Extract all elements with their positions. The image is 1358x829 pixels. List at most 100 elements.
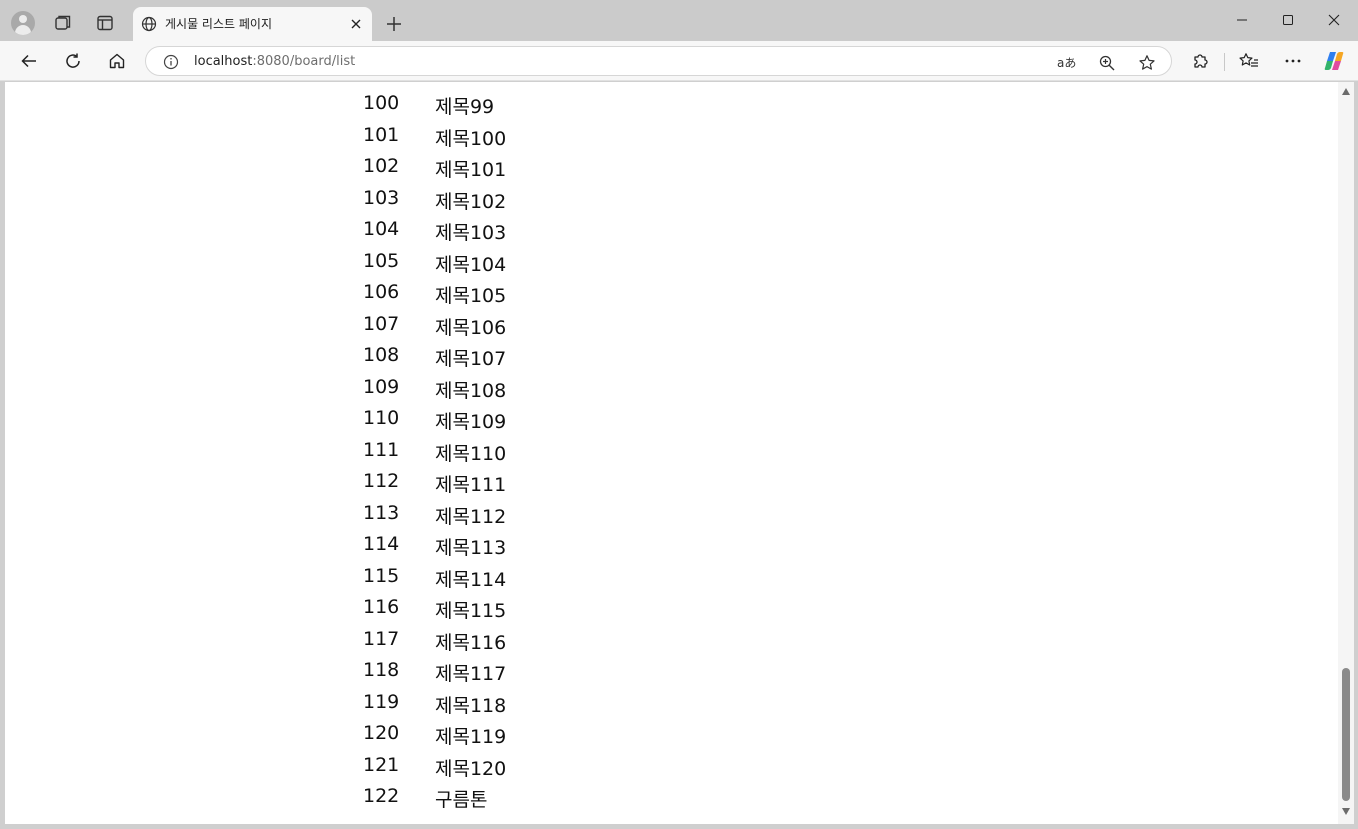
workspaces-button[interactable] — [49, 9, 77, 37]
scrollbar-thumb[interactable] — [1342, 668, 1350, 801]
browser-toolbar: localhost:8080/board/list aあ — [0, 41, 1358, 81]
post-title: 제목105 — [435, 285, 507, 307]
scroll-up-arrow-icon[interactable] — [1342, 88, 1350, 95]
post-title: 제목109 — [435, 411, 507, 433]
post-number: 111 — [363, 438, 400, 461]
post-title: 제목101 — [435, 159, 507, 181]
post-number: 113 — [363, 501, 400, 524]
post-number: 114 — [363, 533, 400, 555]
post-number: 115 — [363, 564, 400, 587]
read-aloud-button[interactable]: aあ — [1056, 52, 1078, 74]
board-row: 100 제목99 — [5, 92, 605, 122]
post-title: 제목99 — [435, 96, 495, 118]
url-text: localhost:8080/board/list — [194, 54, 355, 69]
post-number: 117 — [363, 627, 400, 650]
post-number: 120 — [363, 722, 400, 744]
more-button[interactable] — [1279, 47, 1307, 75]
new-tab-button[interactable] — [380, 10, 408, 38]
scroll-down-arrow-icon[interactable] — [1342, 808, 1350, 815]
copilot-icon — [1324, 52, 1344, 70]
board-row: 114 제목113 — [5, 533, 605, 563]
board-row: 109 제목108 — [5, 376, 605, 406]
maximize-icon — [1283, 15, 1293, 25]
post-number: 122 — [363, 785, 400, 807]
post-title: 제목100 — [435, 127, 507, 150]
minimize-icon — [1237, 19, 1247, 21]
reload-icon — [66, 53, 80, 68]
close-window-button[interactable] — [1311, 0, 1357, 40]
minimize-button[interactable] — [1219, 0, 1265, 40]
url-host: localhost — [194, 54, 253, 69]
post-title: 제목116 — [435, 631, 507, 654]
board-row: 116 제목115 — [5, 596, 605, 626]
window-right-border — [1354, 82, 1358, 824]
toolbar-separator — [1224, 53, 1225, 71]
url-path: :8080/board/list — [252, 54, 356, 69]
post-title: 제목115 — [435, 600, 507, 622]
extensions-button[interactable] — [1186, 47, 1214, 75]
tab-actions-button[interactable] — [91, 9, 119, 37]
zoom-button[interactable] — [1096, 52, 1118, 74]
board-row: 110 제목109 — [5, 407, 605, 437]
post-number: 107 — [363, 312, 400, 335]
more-icon — [1285, 59, 1301, 63]
svg-text:aあ: aあ — [1057, 56, 1076, 70]
board-row: 111 제목110 — [5, 439, 605, 469]
board-row: 107 제목106 — [5, 313, 605, 343]
board-row: 122 구름톤 — [5, 785, 605, 815]
board-row: 106 제목105 — [5, 281, 605, 311]
post-title: 제목103 — [435, 222, 507, 244]
board-row: 119 제목118 — [5, 691, 605, 721]
maximize-button[interactable] — [1265, 0, 1311, 40]
post-title: 제목113 — [435, 537, 507, 559]
board-row: 112 제목111 — [5, 470, 605, 500]
address-bar[interactable]: localhost:8080/board/list aあ — [145, 46, 1172, 76]
board-row: 104 제목103 — [5, 218, 605, 248]
window-bottom-border — [0, 824, 1358, 829]
add-favorite-button[interactable] — [1136, 52, 1158, 74]
site-info-button[interactable] — [162, 53, 180, 71]
board-row: 102 제목101 — [5, 155, 605, 185]
post-number: 119 — [363, 690, 400, 713]
page-viewport: 100 제목99 101 제목100 102 제목101 103 제목102 104 제목103 1… — [5, 82, 1338, 824]
reload-button[interactable] — [59, 47, 87, 75]
zoom-icon — [1099, 55, 1115, 71]
tab-actions-icon — [97, 15, 113, 31]
post-title: 제목118 — [435, 694, 507, 717]
read-aloud-icon: aあ — [1057, 56, 1076, 70]
vertical-scrollbar[interactable] — [1338, 82, 1354, 824]
board-row: 115 제목114 — [5, 565, 605, 595]
tab-title: 게시물 리스트 페이지 — [165, 17, 272, 31]
close-tab-button[interactable] — [347, 15, 365, 33]
board-row: 113 제목112 — [5, 502, 605, 532]
board-row: 105 제목104 — [5, 250, 605, 280]
copilot-button[interactable] — [1320, 47, 1348, 75]
post-title: 제목104 — [435, 253, 507, 276]
info-icon — [163, 54, 179, 70]
globe-icon — [139, 14, 159, 34]
board-row: 117 제목116 — [5, 628, 605, 658]
favorites-icon — [1239, 53, 1258, 67]
home-button[interactable] — [103, 47, 131, 75]
back-button[interactable] — [15, 47, 43, 75]
post-number: 106 — [363, 281, 400, 303]
board-row: 108 제목107 — [5, 344, 605, 374]
post-title: 제목117 — [435, 663, 507, 685]
close-icon — [351, 19, 361, 29]
post-title: 제목119 — [435, 726, 507, 748]
post-number: 101 — [363, 123, 400, 146]
post-title: 제목108 — [435, 379, 507, 402]
board-row: 118 제목117 — [5, 659, 605, 689]
post-number: 104 — [363, 218, 400, 240]
favorites-button[interactable] — [1235, 47, 1263, 75]
post-number: 110 — [363, 407, 400, 429]
plus-icon — [387, 17, 401, 31]
board-row: 120 제목119 — [5, 722, 605, 752]
favorite-star-icon — [1139, 55, 1155, 70]
extensions-icon — [1194, 54, 1208, 68]
post-number: 109 — [363, 375, 400, 398]
active-tab[interactable]: 게시물 리스트 페이지 — [133, 7, 372, 41]
post-number: 121 — [363, 753, 400, 776]
workspaces-icon — [55, 15, 71, 30]
profile-button[interactable] — [9, 9, 37, 37]
